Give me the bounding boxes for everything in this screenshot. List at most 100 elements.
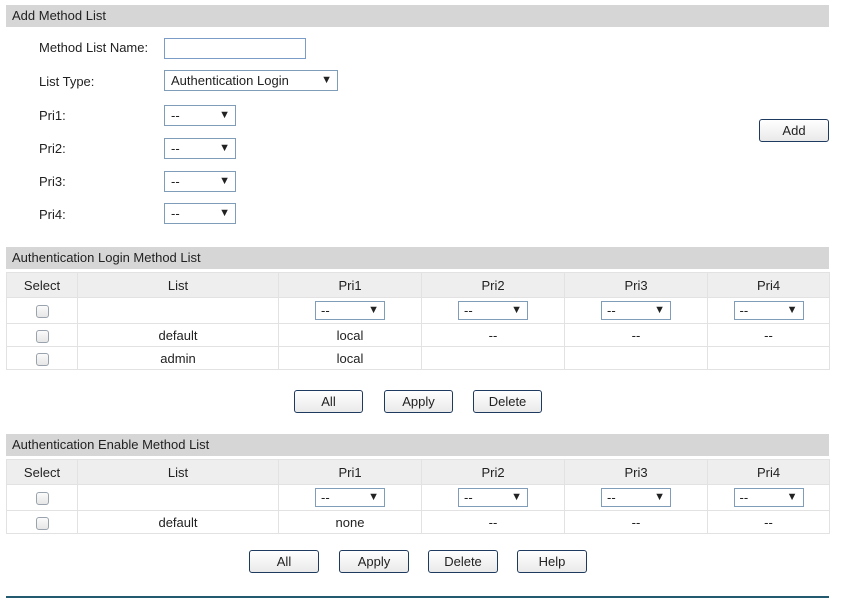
login-method-table: Select List Pri1 Pri2 Pri3 Pri4 -- ▼ -- ▼ … — [6, 272, 830, 370]
pri2-cell — [421, 346, 565, 370]
pri1-filter-select[interactable]: -- ▼ — [315, 488, 385, 507]
pri3-filter-value: -- — [607, 303, 616, 318]
pri3-cell — [564, 346, 708, 370]
pri4-filter-select[interactable]: -- ▼ — [733, 488, 804, 507]
pri3-select[interactable]: -- ▼ — [164, 171, 236, 192]
table-row: admin local — [6, 346, 830, 370]
pri1-select[interactable]: -- ▼ — [164, 105, 236, 126]
pri1-filter-cell: -- ▼ — [278, 484, 422, 511]
login-all-button[interactable]: All — [294, 390, 363, 413]
table-header-row: Select List Pri1 Pri2 Pri3 Pri4 — [6, 459, 830, 485]
row-select-cell — [6, 346, 78, 370]
row-checkbox[interactable] — [35, 329, 49, 343]
pri1-cell: local — [278, 323, 422, 347]
pri3-label: Pri3: — [39, 174, 66, 189]
filter-row: -- ▼ -- ▼ -- ▼ -- ▼ — [6, 484, 830, 511]
pri4-filter-value: -- — [739, 490, 749, 505]
method-list-name-label: Method List Name: — [39, 40, 149, 55]
pri3-filter-value: -- — [607, 490, 616, 505]
chevron-down-icon: ▼ — [219, 175, 230, 187]
pri4-cell — [707, 346, 830, 370]
pri1-value: -- — [171, 108, 180, 123]
list-filter-cell — [77, 297, 279, 324]
enable-method-list-header: Authentication Enable Method List — [6, 434, 829, 456]
pri4-label: Pri4: — [39, 207, 66, 222]
pri2-value: -- — [171, 141, 180, 156]
pri2-filter-cell: -- ▼ — [421, 484, 565, 511]
pri1-cell: none — [278, 510, 422, 534]
pri2-cell: -- — [421, 510, 565, 534]
pri4-filter-cell: -- ▼ — [707, 484, 830, 511]
pri2-label: Pri2: — [39, 141, 66, 156]
column-header-pri1: Pri1 — [278, 272, 422, 298]
table-row: default local -- -- -- — [6, 323, 830, 347]
list-type-select[interactable]: Authentication Login ▼ — [164, 70, 338, 91]
chevron-down-icon: ▼ — [511, 491, 522, 503]
pri4-select[interactable]: -- ▼ — [164, 203, 236, 224]
pri1-filter-cell: -- ▼ — [278, 297, 422, 324]
select-all-checkbox[interactable] — [35, 305, 49, 319]
chevron-down-icon: ▼ — [368, 491, 379, 503]
chevron-down-icon: ▼ — [511, 304, 522, 316]
pri2-cell: -- — [421, 323, 565, 347]
pri1-label: Pri1: — [39, 108, 66, 123]
pri1-cell: local — [278, 346, 422, 370]
row-checkbox[interactable] — [35, 516, 49, 530]
chevron-down-icon: ▼ — [654, 304, 665, 316]
column-header-pri3: Pri3 — [564, 459, 708, 485]
pri4-value: -- — [171, 206, 180, 221]
pri4-cell: -- — [707, 510, 830, 534]
row-select-cell — [6, 323, 78, 347]
column-header-select: Select — [6, 272, 78, 298]
pri3-filter-select[interactable]: -- ▼ — [601, 301, 671, 320]
column-header-pri4: Pri4 — [707, 272, 830, 298]
pri3-cell: -- — [564, 510, 708, 534]
pri2-filter-select[interactable]: -- ▼ — [458, 488, 528, 507]
pri3-filter-cell: -- ▼ — [564, 297, 708, 324]
table-header-row: Select List Pri1 Pri2 Pri3 Pri4 — [6, 272, 830, 298]
list-filter-cell — [77, 484, 279, 511]
pri3-filter-select[interactable]: -- ▼ — [601, 488, 671, 507]
select-cell — [6, 297, 78, 324]
pri1-filter-select[interactable]: -- ▼ — [315, 301, 385, 320]
list-type-label: List Type: — [39, 74, 95, 89]
pri2-filter-value: -- — [464, 303, 473, 318]
column-header-pri2: Pri2 — [421, 459, 565, 485]
enable-apply-button[interactable]: Apply — [339, 550, 409, 573]
add-button[interactable]: Add — [759, 119, 829, 142]
pri3-cell: -- — [564, 323, 708, 347]
list-cell: admin — [77, 346, 279, 370]
enable-delete-button[interactable]: Delete — [428, 550, 498, 573]
login-apply-button[interactable]: Apply — [384, 390, 453, 413]
login-delete-button[interactable]: Delete — [473, 390, 542, 413]
method-list-name-input[interactable] — [164, 38, 306, 59]
enable-method-table: Select List Pri1 Pri2 Pri3 Pri4 -- ▼ -- ▼ … — [6, 459, 830, 534]
row-checkbox[interactable] — [35, 352, 49, 366]
footer-divider — [6, 596, 829, 598]
pri4-cell: -- — [707, 323, 830, 347]
pri1-filter-value: -- — [321, 303, 330, 318]
enable-all-button[interactable]: All — [249, 550, 319, 573]
help-button[interactable]: Help — [517, 550, 587, 573]
list-cell: default — [77, 323, 279, 347]
select-cell — [6, 484, 78, 511]
pri4-filter-value: -- — [739, 303, 749, 318]
pri4-filter-select[interactable]: -- ▼ — [733, 301, 804, 320]
chevron-down-icon: ▼ — [219, 109, 230, 121]
pri2-select[interactable]: -- ▼ — [164, 138, 236, 159]
chevron-down-icon: ▼ — [368, 304, 379, 316]
chevron-down-icon: ▼ — [786, 304, 798, 316]
add-method-list-header: Add Method List — [6, 5, 829, 27]
column-header-select: Select — [6, 459, 78, 485]
pri3-filter-cell: -- ▼ — [564, 484, 708, 511]
table-row: default none -- -- -- — [6, 510, 830, 534]
login-method-list-header: Authentication Login Method List — [6, 247, 829, 269]
row-select-cell — [6, 510, 78, 534]
pri2-filter-select[interactable]: -- ▼ — [458, 301, 528, 320]
select-all-checkbox[interactable] — [35, 492, 49, 506]
column-header-pri2: Pri2 — [421, 272, 565, 298]
chevron-down-icon: ▼ — [654, 491, 665, 503]
list-cell: default — [77, 510, 279, 534]
column-header-pri3: Pri3 — [564, 272, 708, 298]
column-header-pri1: Pri1 — [278, 459, 422, 485]
